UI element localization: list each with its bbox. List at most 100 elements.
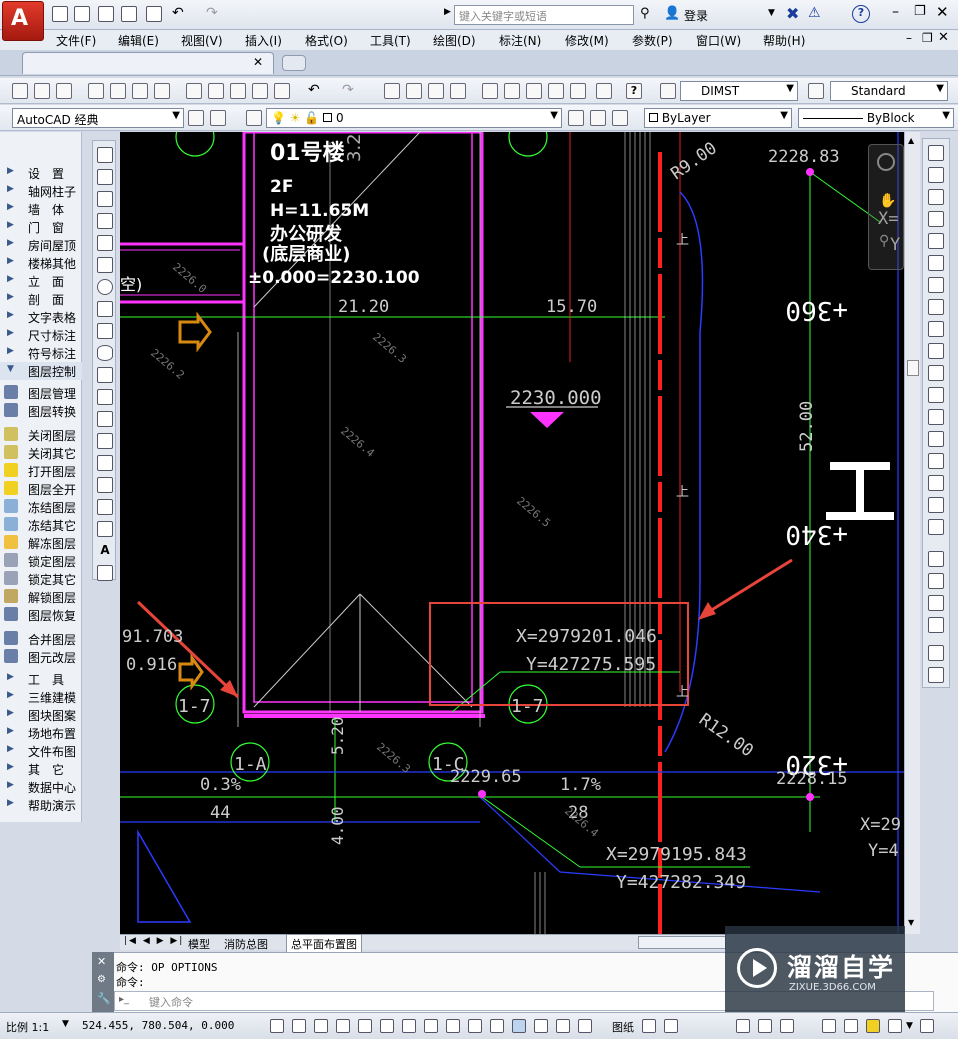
login-link[interactable]: 登录 <box>684 7 708 24</box>
undo-icon[interactable]: ↶ <box>172 5 184 21</box>
status-menu-icon[interactable]: ▼ <box>906 1021 913 1031</box>
plot-icon[interactable] <box>88 83 104 99</box>
lock-ui-icon[interactable] <box>844 1019 858 1033</box>
text-front-icon[interactable] <box>928 645 944 661</box>
break-at-point-icon[interactable] <box>928 387 944 403</box>
lp-layer-freeze-others[interactable]: 冻结其它 <box>0 516 82 534</box>
new-file-icon[interactable] <box>52 6 68 22</box>
tab-close-icon[interactable]: ✕ <box>253 55 263 69</box>
close-icon[interactable]: ✕ <box>936 3 949 21</box>
navigation-bar[interactable]: ✋ ⚲ <box>868 144 904 270</box>
sheet-set-icon[interactable] <box>548 83 564 99</box>
clean-screen-icon[interactable] <box>920 1019 934 1033</box>
lp-other[interactable]: ▶ 其 它 <box>0 760 82 778</box>
menu-insert[interactable]: 插入(I) <box>245 32 282 49</box>
new-icon[interactable] <box>12 83 28 99</box>
lp-section[interactable]: ▶ 剖 面 <box>0 290 82 308</box>
isolate-objects-icon[interactable] <box>866 1019 880 1033</box>
help-icon[interactable]: ? <box>852 5 870 23</box>
tab-site-plan[interactable]: 总平面布置图 <box>286 934 362 954</box>
tab-model[interactable]: 模型 <box>188 936 210 952</box>
menu-view[interactable]: 视图(V) <box>181 32 223 49</box>
3d-dwf-icon[interactable] <box>154 83 170 99</box>
menu-modify[interactable]: 修改(M) <box>565 32 609 49</box>
lp-layer-off-others[interactable]: 关闭其它 <box>0 444 82 462</box>
lp-rooms-roofs[interactable]: ▶ 房间屋顶 <box>0 236 82 254</box>
horizontal-scrollbar[interactable] <box>638 936 726 949</box>
lp-layer-freeze[interactable]: 冻结图层 <box>0 498 82 516</box>
menu-help[interactable]: 帮助(H) <box>763 32 805 49</box>
menu-parameter[interactable]: 参数(P) <box>632 32 673 49</box>
lp-layer-off[interactable]: 关闭图层 <box>0 426 82 444</box>
lp-tools[interactable]: ▶ 工 具 <box>0 670 82 688</box>
lp-stairs-other[interactable]: ▶ 楼梯其他 <box>0 254 82 272</box>
search-expand-icon[interactable]: ▶ <box>444 7 451 17</box>
maximize-viewport-icon[interactable] <box>642 1019 656 1033</box>
circle-icon[interactable] <box>97 279 113 295</box>
lp-walls[interactable]: ▶ 墙 体 <box>0 200 82 218</box>
lp-settings[interactable]: ▶ 设 置 <box>0 164 82 182</box>
restore-icon[interactable]: ❐ <box>914 4 926 19</box>
annotation-visibility-icon[interactable] <box>736 1019 750 1033</box>
menu-format[interactable]: 格式(O) <box>305 32 348 49</box>
properties-icon[interactable] <box>482 83 498 99</box>
print-icon[interactable] <box>146 6 162 22</box>
quick-properties-icon[interactable] <box>534 1019 548 1033</box>
cut-icon[interactable] <box>186 83 202 99</box>
copy-object-icon[interactable] <box>928 167 944 183</box>
lp-layer-on[interactable]: 打开图层 <box>0 462 82 480</box>
construction-line-icon[interactable] <box>97 169 113 185</box>
new-tab-icon[interactable] <box>282 55 306 71</box>
annotation-monitor-icon[interactable] <box>578 1019 592 1033</box>
doc-minimize-icon[interactable]: – <box>906 31 912 45</box>
publish-icon[interactable] <box>132 83 148 99</box>
minimize-icon[interactable]: – <box>892 4 899 20</box>
hatch-icon[interactable] <box>97 455 113 471</box>
scroll-up-icon[interactable]: ▲ <box>908 136 914 145</box>
lp-blocks-hatches[interactable]: ▶ 图块图案 <box>0 706 82 724</box>
lineweight-icon[interactable] <box>490 1019 504 1033</box>
zoom-previous-icon[interactable] <box>450 83 466 99</box>
draworder-back-icon[interactable] <box>928 573 944 589</box>
transparency-icon[interactable] <box>512 1019 526 1033</box>
layer-previous-icon[interactable] <box>590 110 606 126</box>
calculator-icon[interactable] <box>596 83 612 99</box>
table-icon[interactable] <box>97 521 113 537</box>
ellipse-icon[interactable] <box>97 345 113 361</box>
lp-file-layout[interactable]: ▶ 文件布图 <box>0 742 82 760</box>
lp-axis-columns[interactable]: ▶ 轴网柱子 <box>0 182 82 200</box>
revcloud-icon[interactable] <box>97 301 113 317</box>
lp-layer-unlock[interactable]: 解锁图层 <box>0 588 82 606</box>
redo-toolbar-icon[interactable]: ↷ <box>342 82 354 98</box>
dimstyle-select[interactable]: DIMST ▼ <box>680 81 798 101</box>
paste-icon[interactable] <box>230 83 246 99</box>
add-selected-icon[interactable] <box>97 565 113 581</box>
lp-symbols[interactable]: ▶ 符号标注 <box>0 344 82 362</box>
rotate-icon[interactable] <box>928 277 944 293</box>
workspace-settings-icon[interactable] <box>188 110 204 126</box>
plot-preview-icon[interactable] <box>110 83 126 99</box>
binoculars-icon[interactable]: ⚲ <box>640 6 650 21</box>
lp-site-layout[interactable]: ▶ 场地布置 <box>0 724 82 742</box>
ellipse-arc-icon[interactable] <box>97 367 113 383</box>
zoom-window-icon[interactable] <box>428 83 444 99</box>
user-icon[interactable]: 👤 <box>664 6 680 21</box>
infer-constraints-icon[interactable] <box>270 1019 284 1033</box>
lp-change-layer[interactable]: 图元改层 <box>0 648 82 666</box>
save-icon[interactable] <box>98 6 114 22</box>
lp-layer-convert[interactable]: 图层转换 <box>0 402 82 420</box>
pan-nav-icon[interactable]: ✋ <box>879 193 896 209</box>
line-tool-icon[interactable] <box>97 147 113 163</box>
stretch-icon[interactable] <box>928 321 944 337</box>
ducs-icon[interactable] <box>446 1019 460 1033</box>
document-tab[interactable]: ✕ <box>22 52 274 74</box>
draworder-front-icon[interactable] <box>928 551 944 567</box>
dimstyle-icon[interactable] <box>660 83 676 99</box>
dyn-input-icon[interactable] <box>468 1019 482 1033</box>
hatch-back-icon[interactable] <box>928 667 944 683</box>
workspace-save-icon[interactable] <box>210 110 226 126</box>
tab-navigation-arrows[interactable]: |◀ ◀ ▶ ▶| <box>124 936 184 946</box>
lp-data-center[interactable]: ▶ 数据中心 <box>0 778 82 796</box>
tab-fire-plan[interactable]: 消防总图 <box>224 936 268 952</box>
join-icon[interactable] <box>928 431 944 447</box>
